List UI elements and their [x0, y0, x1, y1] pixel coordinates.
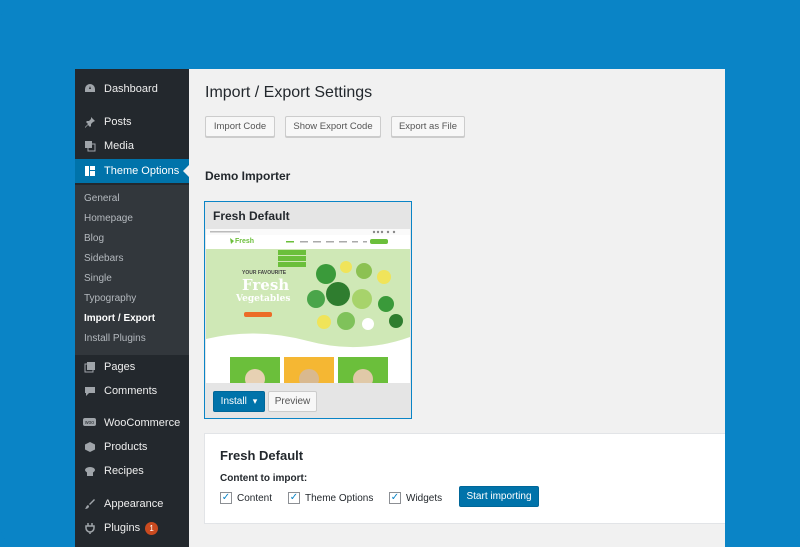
sidebar-item-label: Posts — [104, 116, 132, 128]
sidebar-item-label: Plugins — [104, 522, 141, 534]
sidebar-item-label: Comments — [104, 385, 158, 397]
content-to-import-label: Content to import: — [220, 473, 308, 484]
theme-options-submenu: General Homepage Blog Sidebars Single Ty… — [75, 185, 189, 355]
checkbox-widgets[interactable]: ✓ Widgets — [389, 492, 442, 504]
import-panel-title: Fresh Default — [220, 448, 304, 463]
pin-icon — [83, 116, 96, 129]
thumb-headline-1: Fresh — [242, 276, 290, 294]
sidebar-item-label: Appearance — [104, 498, 164, 510]
sidebar-item-dashboard[interactable]: Dashboard — [75, 77, 189, 101]
sidebar-item-label: Theme Options — [104, 165, 180, 177]
sidebar-item-recipes[interactable]: Recipes — [75, 459, 189, 483]
page-title: Import / Export Settings — [205, 84, 373, 101]
sidebar-item-label: Media — [104, 140, 134, 152]
submenu-item-install-plugins[interactable]: Install Plugins — [84, 333, 146, 344]
checkbox-theme-options[interactable]: ✓ Theme Options — [288, 492, 373, 504]
demo-card-fresh-default[interactable]: Fresh Default Fresh YOUR FAVOURITE Fresh… — [204, 201, 412, 419]
install-button[interactable]: Install ▾ — [213, 391, 265, 412]
background-frame: Dashboard Posts Media Theme Options Gene… — [0, 0, 800, 547]
comments-icon — [83, 385, 96, 398]
sidebar-item-pages[interactable]: Pages — [75, 355, 189, 379]
demo-thumbnail: Fresh YOUR FAVOURITE Fresh Vegetables — [206, 229, 410, 383]
sidebar-item-label: Recipes — [104, 465, 144, 477]
import-panel: Fresh Default Content to import: ✓ Conte… — [204, 433, 725, 524]
admin-window: Dashboard Posts Media Theme Options Gene… — [75, 69, 725, 547]
checkbox-content[interactable]: ✓ Content — [220, 492, 272, 504]
checkmark-icon[interactable]: ✓ — [288, 492, 300, 504]
dashboard-icon — [83, 83, 96, 96]
media-icon — [83, 140, 96, 153]
submenu-item-homepage[interactable]: Homepage — [84, 213, 133, 224]
plugin-icon — [83, 522, 96, 535]
submenu-item-import-export[interactable]: Import / Export — [84, 313, 155, 324]
sidebar-item-appearance[interactable]: Appearance — [75, 492, 189, 516]
submenu-item-blog[interactable]: Blog — [84, 233, 104, 244]
sidebar-item-label: Products — [104, 441, 148, 453]
checkbox-label: Widgets — [406, 492, 443, 504]
sidebar-item-products[interactable]: Products — [75, 435, 189, 459]
products-icon — [83, 441, 96, 454]
chevron-down-icon: ▾ — [252, 396, 258, 406]
checkbox-label: Content — [237, 492, 273, 504]
brush-icon — [83, 498, 96, 511]
pages-icon — [83, 361, 96, 374]
submenu-item-general[interactable]: General — [84, 193, 120, 204]
thumb-headline-2: Vegetables — [236, 294, 291, 304]
sidebar-item-posts[interactable]: Posts — [75, 110, 189, 134]
submenu-item-single[interactable]: Single — [84, 273, 112, 284]
layout-icon — [83, 165, 96, 178]
sidebar-item-label: Dashboard — [104, 83, 158, 95]
sidebar-item-theme-options[interactable]: Theme Options — [75, 159, 189, 183]
sidebar-item-label: WooCommerce — [104, 417, 181, 429]
plugins-update-badge: 1 — [145, 521, 159, 535]
import-code-button[interactable]: Import Code — [205, 116, 275, 137]
show-export-code-button[interactable]: Show Export Code — [285, 116, 381, 137]
recipes-icon — [83, 465, 96, 478]
demo-importer-heading: Demo Importer — [205, 169, 291, 183]
submenu-item-typography[interactable]: Typography — [84, 293, 136, 304]
install-label: Install — [220, 396, 247, 407]
svg-text:woo: woo — [85, 420, 94, 426]
checkbox-label: Theme Options — [305, 492, 374, 504]
demo-card-title: Fresh Default — [213, 209, 290, 223]
thumb-brand: Fresh — [235, 238, 255, 245]
preview-button[interactable]: Preview — [268, 391, 317, 412]
export-as-file-button[interactable]: Export as File — [391, 116, 465, 137]
woo-icon: woo — [83, 417, 96, 430]
sidebar-item-label: Pages — [104, 361, 136, 373]
sidebar-item-media[interactable]: Media — [75, 134, 189, 158]
start-importing-button[interactable]: Start importing — [459, 486, 539, 507]
sidebar-item-woocommerce[interactable]: woo WooCommerce — [75, 411, 189, 435]
checkmark-icon[interactable]: ✓ — [389, 492, 401, 504]
sidebar-item-plugins[interactable]: Plugins 1 — [75, 516, 189, 540]
admin-sidebar: Dashboard Posts Media Theme Options Gene… — [75, 69, 189, 547]
checkmark-icon[interactable]: ✓ — [220, 492, 232, 504]
sidebar-item-comments[interactable]: Comments — [75, 379, 189, 403]
submenu-item-sidebars[interactable]: Sidebars — [84, 253, 123, 264]
